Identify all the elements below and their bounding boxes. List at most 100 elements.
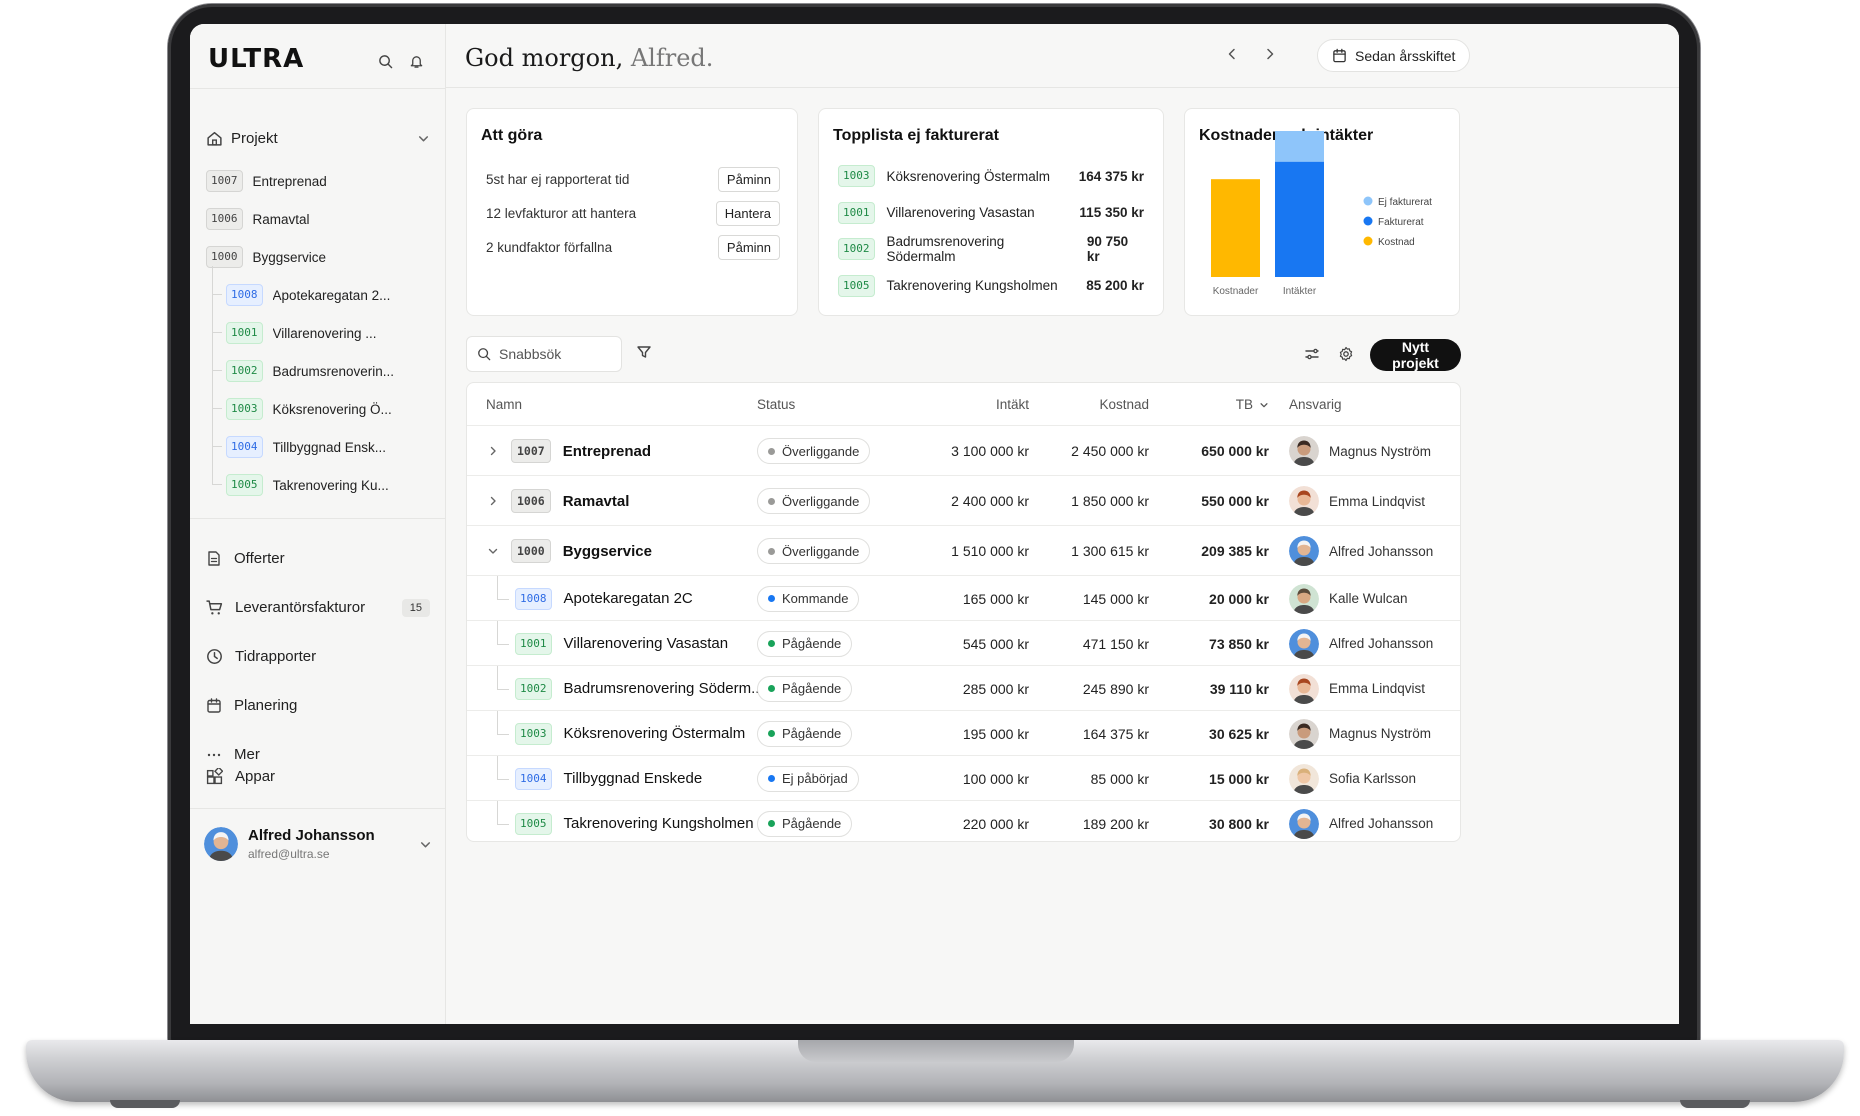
chart-legend-item: Fakturerat <box>1363 216 1424 228</box>
nav-item-appar[interactable]: Appar <box>206 768 275 785</box>
owner-cell[interactable]: Kalle Wulcan <box>1289 583 1408 614</box>
calendar-icon <box>1332 48 1347 63</box>
table-row[interactable]: 1007 Entreprenad Överliggande 3 100 000 … <box>467 425 1460 475</box>
sidebar-project-item[interactable]: 1006 Ramavtal <box>206 200 432 238</box>
income-cell: 3 100 000 kr <box>951 443 1029 459</box>
quick-search[interactable] <box>466 336 622 372</box>
chevron-down-icon[interactable] <box>419 838 432 851</box>
sidebar-project-item[interactable]: 1004 Tillbyggnad Ensk... <box>206 418 432 466</box>
sidebar-project-label: Badrumsrenoverin... <box>272 363 395 379</box>
nav-item-offerter[interactable]: Offerter <box>206 534 430 583</box>
remind-button[interactable]: Påminn <box>717 166 780 192</box>
chart-bar-kostnad[interactable] <box>1211 179 1260 277</box>
cost-cell: 1 300 615 kr <box>1071 543 1149 559</box>
table-row[interactable]: 1001 Villarenovering Vasastan Pågående 5… <box>467 620 1460 665</box>
toplist-item[interactable]: 1003 Köksrenovering Östermalm 164 375 kr <box>838 163 1144 189</box>
chevron-down-icon[interactable] <box>417 132 430 145</box>
nav-item-planering[interactable]: Planering <box>206 681 430 730</box>
chart-legend-item: Ej fakturerat <box>1363 196 1432 208</box>
cost-cell: 471 150 kr <box>1082 635 1149 652</box>
status-label: Överliggande <box>782 493 860 509</box>
nav-label-tidrapporter: Tidrapporter <box>235 648 317 665</box>
sidebar-project-item[interactable]: 1002 Badrumsrenoverin... <box>206 342 432 390</box>
gear-icon[interactable] <box>1338 346 1354 362</box>
column-header-name[interactable]: Namn <box>486 397 522 412</box>
period-navigation <box>1224 46 1278 62</box>
cost-income-chart: Kostnader Intäkter Ej fakturerat Fakturerat… <box>1211 131 1432 297</box>
remind-button[interactable]: Påminn <box>717 234 780 260</box>
toplist-item[interactable]: 1002 Badrumsrenovering Södermalm 90 750 … <box>838 234 1144 264</box>
sidebar-project-item[interactable]: 1005 Takrenovering Ku... <box>206 456 432 504</box>
sidebar-project-item[interactable]: 1003 Köksrenovering Ö... <box>206 380 432 428</box>
column-header-income[interactable]: Intäkt <box>929 397 1029 412</box>
project-code-badge: 1001 <box>226 322 263 344</box>
owner-cell[interactable]: Magnus Nyström <box>1289 718 1431 749</box>
table-row[interactable]: 1008 Apotekaregatan 2C Kommande 165 000 … <box>467 575 1460 620</box>
table-row[interactable]: 1000 Byggservice Överliggande 1 510 000 … <box>467 525 1460 575</box>
status-badge: Kommande <box>757 585 860 612</box>
owner-cell[interactable]: Alfred Johansson <box>1289 628 1433 659</box>
nav-item-tidrapporter[interactable]: Tidrapporter <box>206 632 430 681</box>
project-code-badge: 1005 <box>515 812 552 835</box>
owner-cell[interactable]: Alfred Johansson <box>1289 808 1433 839</box>
avatar <box>1289 436 1319 466</box>
project-name: Ramavtal <box>562 492 630 510</box>
bell-icon[interactable] <box>409 54 424 69</box>
chevron-right-icon[interactable] <box>487 495 499 507</box>
handle-button[interactable]: Hantera <box>715 200 780 226</box>
search-input[interactable] <box>499 346 609 362</box>
filter-icon[interactable] <box>636 344 652 360</box>
income-cell: 1 510 000 kr <box>951 543 1029 559</box>
calendar-icon <box>206 697 222 714</box>
toplist-amount: 115 350 kr <box>1079 205 1144 220</box>
projects-section-header[interactable]: Projekt <box>206 126 430 150</box>
column-header-owner[interactable]: Ansvarig <box>1289 397 1342 412</box>
sidebar-project-item[interactable]: 1001 Villarenovering ... <box>206 304 432 352</box>
sidebar-project-item[interactable]: 1007 Entreprenad <box>206 162 432 200</box>
table-row[interactable]: 1005 Takrenovering Kungsholmen Pågående … <box>467 800 1460 841</box>
status-label: Pågående <box>782 681 842 696</box>
table-row[interactable]: 1006 Ramavtal Överliggande 2 400 000 kr … <box>467 475 1460 525</box>
column-header-tb[interactable]: TB <box>1187 397 1269 412</box>
chevron-down-icon[interactable] <box>487 545 499 557</box>
todo-item: 5st har ej rapporterat tid Påminn <box>486 165 780 193</box>
owner-cell[interactable]: Emma Lindqvist <box>1289 486 1425 516</box>
column-header-cost[interactable]: Kostnad <box>1049 397 1149 412</box>
nav-item-leverantorsfakturor[interactable]: Leverantörsfakturor 15 <box>206 583 430 632</box>
sliders-icon[interactable] <box>1304 346 1320 362</box>
sidebar-project-item[interactable]: 1008 Apotekaregatan 2... <box>206 266 432 314</box>
owner-cell[interactable]: Emma Lindqvist <box>1289 673 1425 704</box>
row-name-cell: 1008 Apotekaregatan 2C <box>515 587 693 611</box>
search-icon[interactable] <box>378 54 393 69</box>
sidebar-project-label: Köksrenovering Ö... <box>272 401 392 417</box>
avatar <box>1289 536 1319 566</box>
project-name: Entreprenad <box>562 442 652 460</box>
project-code-badge: 1007 <box>206 170 243 192</box>
table-row[interactable]: 1004 Tillbyggnad Enskede Ej påbörjad 100… <box>467 755 1460 800</box>
tb-cell: 209 385 kr <box>1201 543 1269 559</box>
chart-bar-fakturerat[interactable] <box>1275 161 1324 277</box>
chart-bar-ej-fakturerat[interactable] <box>1275 131 1324 162</box>
owner-cell[interactable]: Magnus Nyström <box>1289 436 1431 466</box>
chevron-right-icon[interactable] <box>487 445 499 457</box>
owner-cell[interactable]: Alfred Johansson <box>1289 536 1433 566</box>
user-profile-menu[interactable]: Alfred Johansson alfred@ultra.se <box>204 808 432 880</box>
toplist-item[interactable]: 1005 Takrenovering Kungsholmen 85 200 kr <box>838 273 1144 299</box>
row-name-cell: 1006 Ramavtal <box>487 489 629 513</box>
project-code-badge: 1002 <box>226 360 263 382</box>
toplist-item[interactable]: 1001 Villarenovering Vasastan 115 350 kr <box>838 200 1144 226</box>
owner-cell[interactable]: Sofia Karlsson <box>1289 763 1416 794</box>
table-row[interactable]: 1002 Badrumsrenovering Söderm... Pågåend… <box>467 665 1460 710</box>
row-name-cell: 1004 Tillbyggnad Enskede <box>515 767 702 791</box>
column-header-status[interactable]: Status <box>757 397 795 412</box>
project-code-badge: 1007 <box>511 439 551 463</box>
table-row[interactable]: 1003 Köksrenovering Östermalm Pågående 1… <box>467 710 1460 755</box>
sidebar-project-item[interactable]: 1000 Byggservice <box>206 238 432 276</box>
nav-label-mer: Mer <box>234 746 260 763</box>
period-selector-button[interactable]: Sedan årsskiftet <box>1317 39 1471 72</box>
chevron-right-icon[interactable] <box>1262 46 1278 62</box>
new-project-button[interactable]: Nytt projekt <box>1370 339 1461 371</box>
chevron-left-icon[interactable] <box>1224 46 1240 62</box>
more-dots-icon <box>206 747 222 763</box>
legend-swatch <box>1363 236 1373 246</box>
